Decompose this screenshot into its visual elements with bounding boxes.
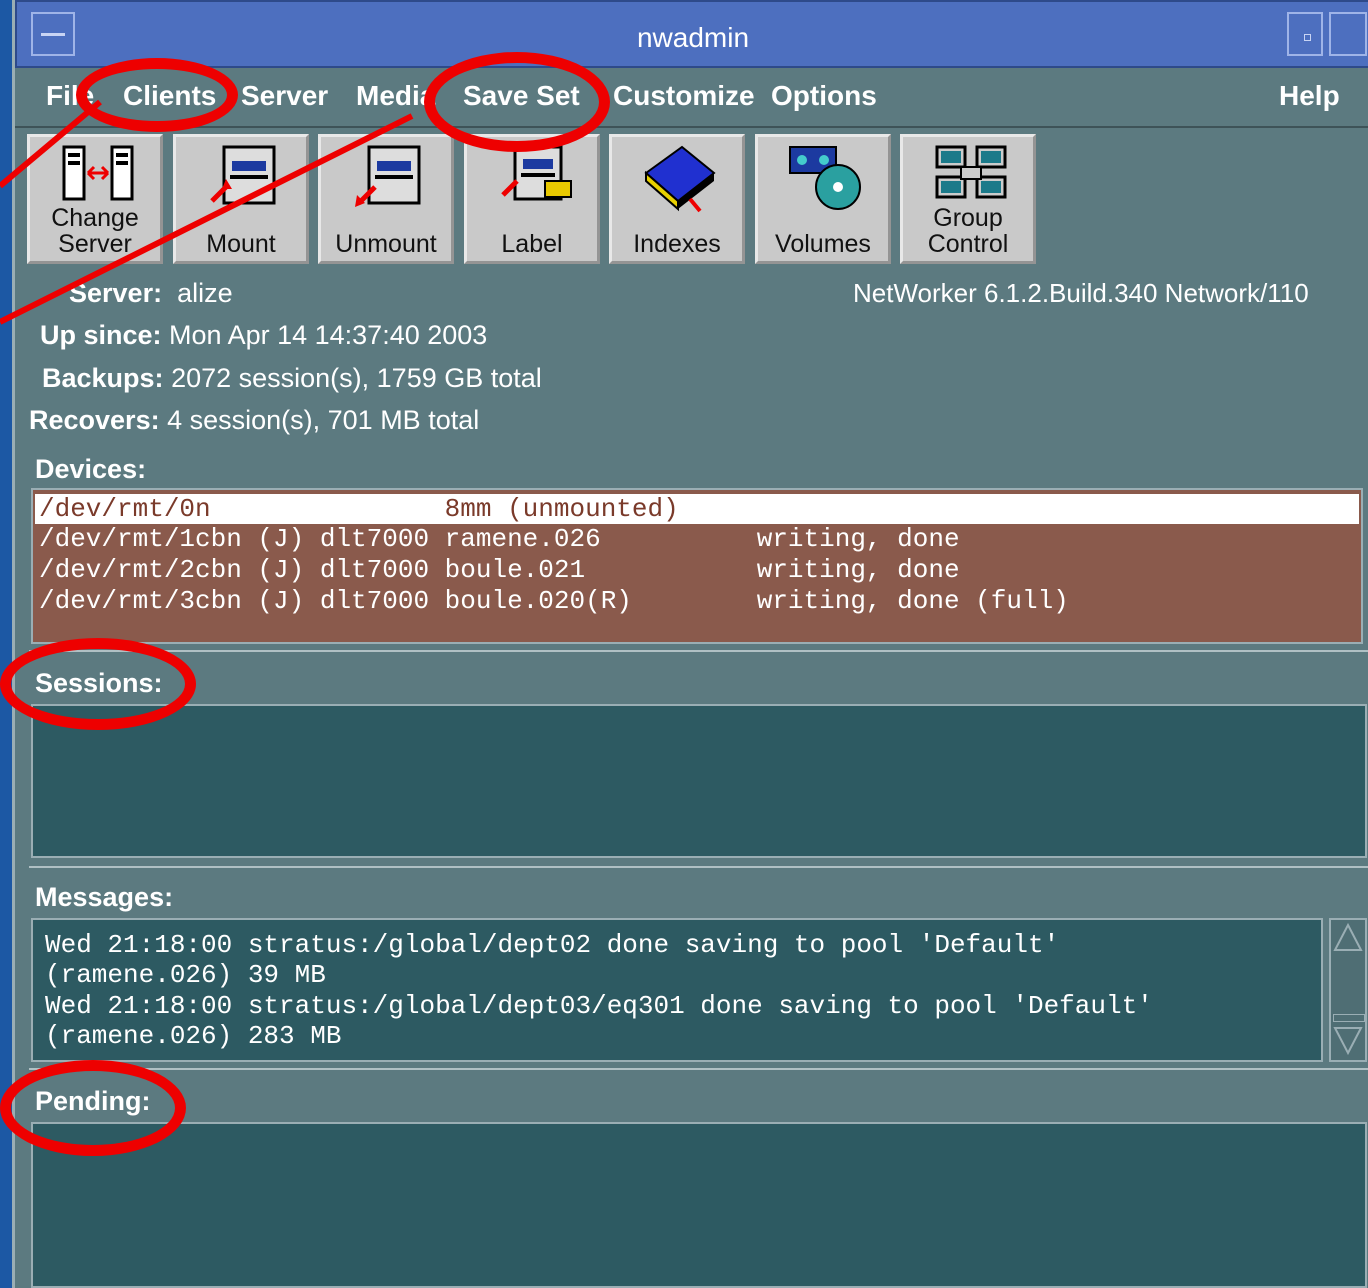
annotation-pointer-line <box>0 113 414 325</box>
annotation-circle-save-set <box>424 52 610 152</box>
annotation-circle-sessions <box>0 638 196 730</box>
annotation-overlay <box>0 99 414 325</box>
annotation-pointer-line <box>0 99 102 189</box>
annotation-circle-clients <box>76 58 238 132</box>
annotation-circle-pending <box>0 1060 186 1156</box>
